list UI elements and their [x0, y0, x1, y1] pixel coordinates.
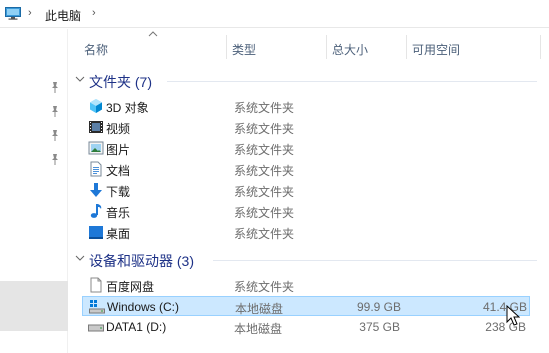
this-pc-icon	[5, 7, 21, 20]
pin-icon[interactable]	[50, 129, 60, 141]
pin-icon[interactable]	[50, 81, 60, 93]
column-total-size[interactable]: 总大小	[332, 41, 368, 58]
address-bar[interactable]: › 此电脑 ›	[0, 0, 549, 28]
nav-selected-item[interactable]	[0, 281, 68, 331]
chevron-right-icon[interactable]: ›	[28, 7, 32, 19]
list-item[interactable]: 视频 系统文件夹	[82, 117, 530, 137]
windows-drive-icon	[89, 300, 105, 314]
column-free-space[interactable]: 可用空间	[412, 41, 460, 58]
list-item[interactable]: 3D 对象 系统文件夹	[82, 96, 530, 116]
sort-ascending-icon	[148, 31, 158, 37]
group-devices-drives[interactable]: 设备和驱动器 (3)	[75, 250, 545, 270]
breadcrumb-this-pc[interactable]: 此电脑	[45, 7, 81, 24]
3d-objects-icon	[90, 99, 102, 113]
column-type[interactable]: 类型	[232, 41, 256, 58]
group-label: 设备和驱动器 (3)	[89, 253, 194, 269]
list-item-selected[interactable]: Windows (C:) 本地磁盘 99.9 GB 41.4 GB	[82, 296, 530, 316]
pin-icon[interactable]	[50, 153, 60, 165]
videos-icon	[89, 121, 103, 133]
list-item[interactable]: 桌面 系统文件夹	[82, 222, 530, 242]
downloads-icon	[90, 183, 102, 197]
column-name[interactable]: 名称	[84, 41, 108, 58]
column-headers: 名称 类型 总大小 可用空间	[68, 29, 549, 61]
pictures-icon	[88, 141, 104, 155]
list-item[interactable]: 文档 系统文件夹	[82, 159, 530, 179]
chevron-down-icon[interactable]	[75, 253, 85, 263]
list-item[interactable]: 百度网盘 系统文件夹	[82, 275, 530, 295]
list-item[interactable]: 图片 系统文件夹	[82, 138, 530, 158]
music-icon	[90, 204, 102, 218]
drive-icon	[88, 324, 104, 332]
pin-icon[interactable]	[50, 105, 60, 117]
documents-icon	[90, 161, 102, 177]
group-label: 文件夹 (7)	[89, 74, 152, 90]
baidu-netdisk-icon	[90, 277, 102, 293]
list-item[interactable]: 音乐 系统文件夹	[82, 201, 530, 221]
desktop-icon	[89, 226, 103, 239]
list-item[interactable]: 下载 系统文件夹	[82, 180, 530, 200]
list-item[interactable]: DATA1 (D:) 本地磁盘 375 GB 238 GB	[82, 317, 530, 337]
chevron-down-icon[interactable]	[75, 74, 85, 84]
chevron-right-icon[interactable]: ›	[92, 7, 96, 19]
group-folders[interactable]: 文件夹 (7)	[75, 71, 545, 91]
mouse-cursor-icon	[506, 305, 520, 326]
